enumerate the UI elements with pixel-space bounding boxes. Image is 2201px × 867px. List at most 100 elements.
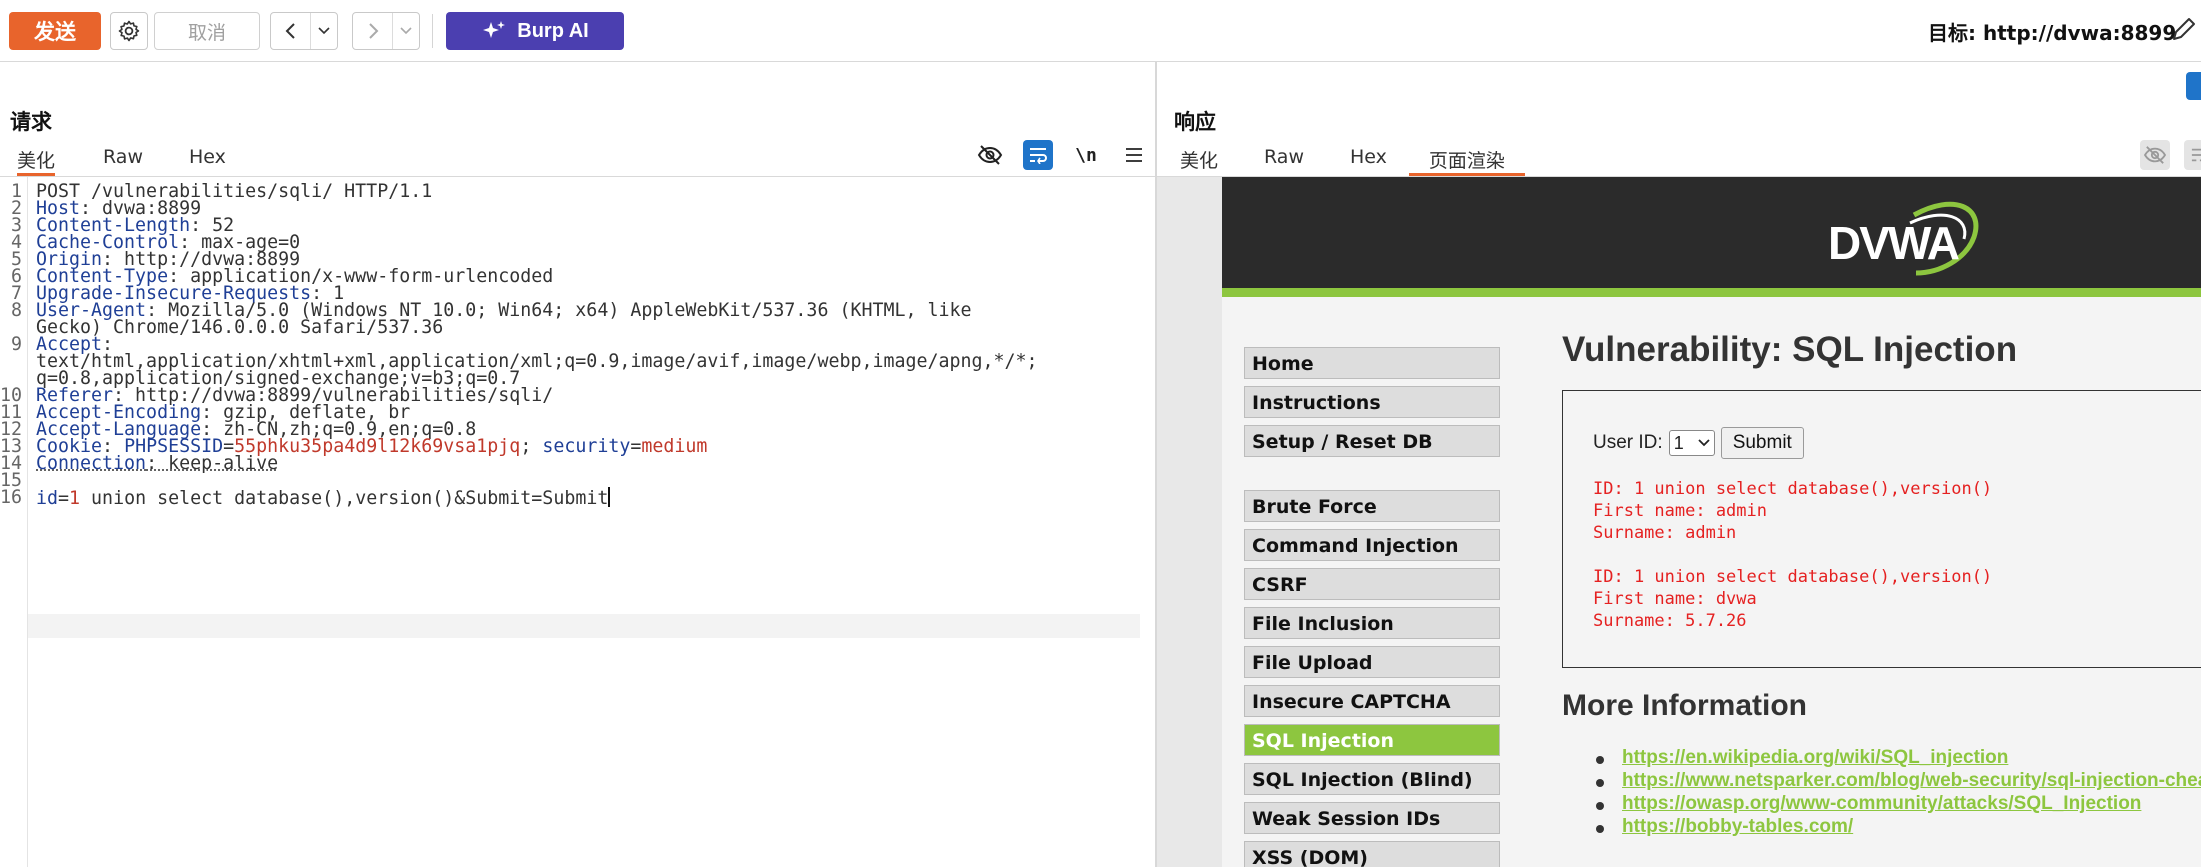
cookie-value: medium [641,436,707,457]
editor-gutter [27,177,28,867]
gear-icon [117,19,141,43]
list-bullet [1596,756,1604,764]
menu-item-xss-dom[interactable]: XSS (DOM) [1244,841,1500,867]
menu-item-csrf[interactable]: CSRF [1244,568,1500,600]
header-value: : keep-alive [146,453,278,474]
cookie-name: security [542,436,630,457]
link-wikipedia[interactable]: https://en.wikipedia.org/wiki/SQL_inject… [1622,747,2008,769]
line-number: 9 [0,334,22,355]
punctuation: = [630,436,641,457]
wrap-lines-icon [2190,147,2201,163]
burp-ai-button[interactable]: Burp AI [446,12,624,50]
link-netsparker[interactable]: https://www.netsparker.com/blog/web-secu… [1622,770,2201,792]
response-pane-title: 响应 [1174,106,1216,136]
show-newlines-toggle[interactable]: \n [1071,140,1101,170]
user-id-selected-value: 1 [1674,433,1684,454]
param-value: 1 [69,488,80,509]
chevron-down-icon [400,27,412,35]
menu-item-weak-session-ids[interactable]: Weak Session IDs [1244,802,1500,834]
menu-item-file-upload[interactable]: File Upload [1244,646,1500,678]
dvwa-header: DVWA [1222,177,2201,297]
list-bullet [1596,779,1604,787]
hide-nonprintable-button[interactable] [975,140,1005,170]
hamburger-menu-icon [1125,147,1143,163]
tab-response-raw[interactable]: Raw [1264,146,1304,176]
body-text: union select database(),version()&Submit… [80,488,608,509]
menu-item-sql-injection-blind[interactable]: SQL Injection (Blind) [1244,763,1500,795]
request-editor[interactable]: 1 2 3 4 5 6 7 8 9 10 11 12 13 14 15 16 POST /vulnerabil… [0,177,1155,867]
param-name: id [36,488,58,509]
edit-target-button[interactable] [2170,14,2198,49]
text-caret [608,487,610,507]
link-bobby-tables[interactable]: https://bobby-tables.com/ [1622,816,1853,838]
tab-response-hex[interactable]: Hex [1350,146,1387,176]
line-number: 8 [0,300,22,321]
punctuation: = [58,488,69,509]
send-button[interactable]: 发送 [9,12,101,50]
toolbar: 发送 取消 Burp AI 目标: http://dvwa:8899 [0,0,2201,62]
tab-response-render[interactable]: 页面渲染 [1409,146,1525,176]
chevron-down-icon [318,27,330,35]
vulnerable-form-box: User ID: 1 Submit ID: 1 union select dat… [1562,390,2201,668]
user-id-select[interactable]: 1 [1669,430,1715,456]
request-menu-button[interactable] [1119,140,1149,170]
word-wrap-toggle[interactable] [1023,140,1053,170]
query-result: ID: 1 union select database(),version() … [1593,478,1992,544]
code-line: id=1 union select database(),version()&S… [36,487,610,509]
burp-ai-label: Burp AI [517,20,588,43]
list-bullet [1596,825,1604,833]
tab-response-pretty[interactable]: 美化 [1180,146,1218,176]
menu-item-setup[interactable]: Setup / Reset DB [1244,425,1500,457]
dvwa-logo-text: DVWA [1828,217,1959,269]
chevron-right-icon [366,22,380,40]
inspector-toggle-button[interactable] [2186,72,2201,100]
chevron-down-icon [1698,439,1710,447]
back-button[interactable] [271,13,311,49]
menu-item-file-inclusion[interactable]: File Inclusion [1244,607,1500,639]
line-number: 16 [0,487,22,508]
sparkle-icon [481,19,507,43]
request-tabs: 美化 Raw Hex [17,146,272,176]
menu-item-insecure-captcha[interactable]: Insecure CAPTCHA [1244,685,1500,717]
eye-slash-icon [2143,145,2167,165]
pencil-icon [2170,14,2198,44]
tab-request-hex[interactable]: Hex [189,146,226,176]
chevron-left-icon [284,22,298,40]
user-id-label: User ID: [1593,432,1663,454]
request-editor-tools: \n [975,140,1149,170]
link-owasp[interactable]: https://owasp.org/www-community/attacks/… [1622,793,2141,815]
code-line: Connection: keep-alive [36,453,278,474]
response-tabs: 美化 Raw Hex 页面渲染 [1180,146,1571,176]
submit-button[interactable]: Submit [1721,427,1804,459]
menu-item-sql-injection[interactable]: SQL Injection [1244,724,1500,756]
more-info-heading: More Information [1562,689,1807,723]
request-pane-title: 请求 [10,106,52,136]
list-bullet [1596,802,1604,810]
dvwa-logo: DVWA [1814,193,1994,289]
target-label: 目标: http://dvwa:8899 [1928,17,2176,46]
settings-button[interactable] [110,12,148,50]
tab-request-pretty[interactable]: 美化 [17,146,55,176]
toolbar-divider [432,14,433,48]
forward-nav-group [352,12,420,50]
forward-button[interactable] [353,13,393,49]
tab-request-raw[interactable]: Raw [103,146,143,176]
menu-item-command-injection[interactable]: Command Injection [1244,529,1500,561]
menu-item-instructions[interactable]: Instructions [1244,386,1500,418]
page-title: Vulnerability: SQL Injection [1562,330,2017,370]
punctuation: ; [520,436,542,457]
menu-item-home[interactable]: Home [1244,347,1500,379]
menu-item-brute-force[interactable]: Brute Force [1244,490,1500,522]
forward-history-dropdown[interactable] [393,13,419,49]
response-editor-tools [2140,140,2201,170]
response-wrap-toggle[interactable] [2184,140,2201,170]
dvwa-page: DVWA Home Instructions Setup / Reset DB … [1222,177,2201,867]
response-hide-nonprintable-button[interactable] [2140,140,2170,170]
response-render-view: DVWA Home Instructions Setup / Reset DB … [1157,177,2201,867]
back-history-dropdown[interactable] [311,13,337,49]
back-nav-group [270,12,338,50]
header-key: Connection [36,453,146,474]
user-id-form: User ID: 1 Submit [1593,427,1804,459]
cancel-button[interactable]: 取消 [154,12,260,50]
query-result: ID: 1 union select database(),version() … [1593,566,1992,632]
